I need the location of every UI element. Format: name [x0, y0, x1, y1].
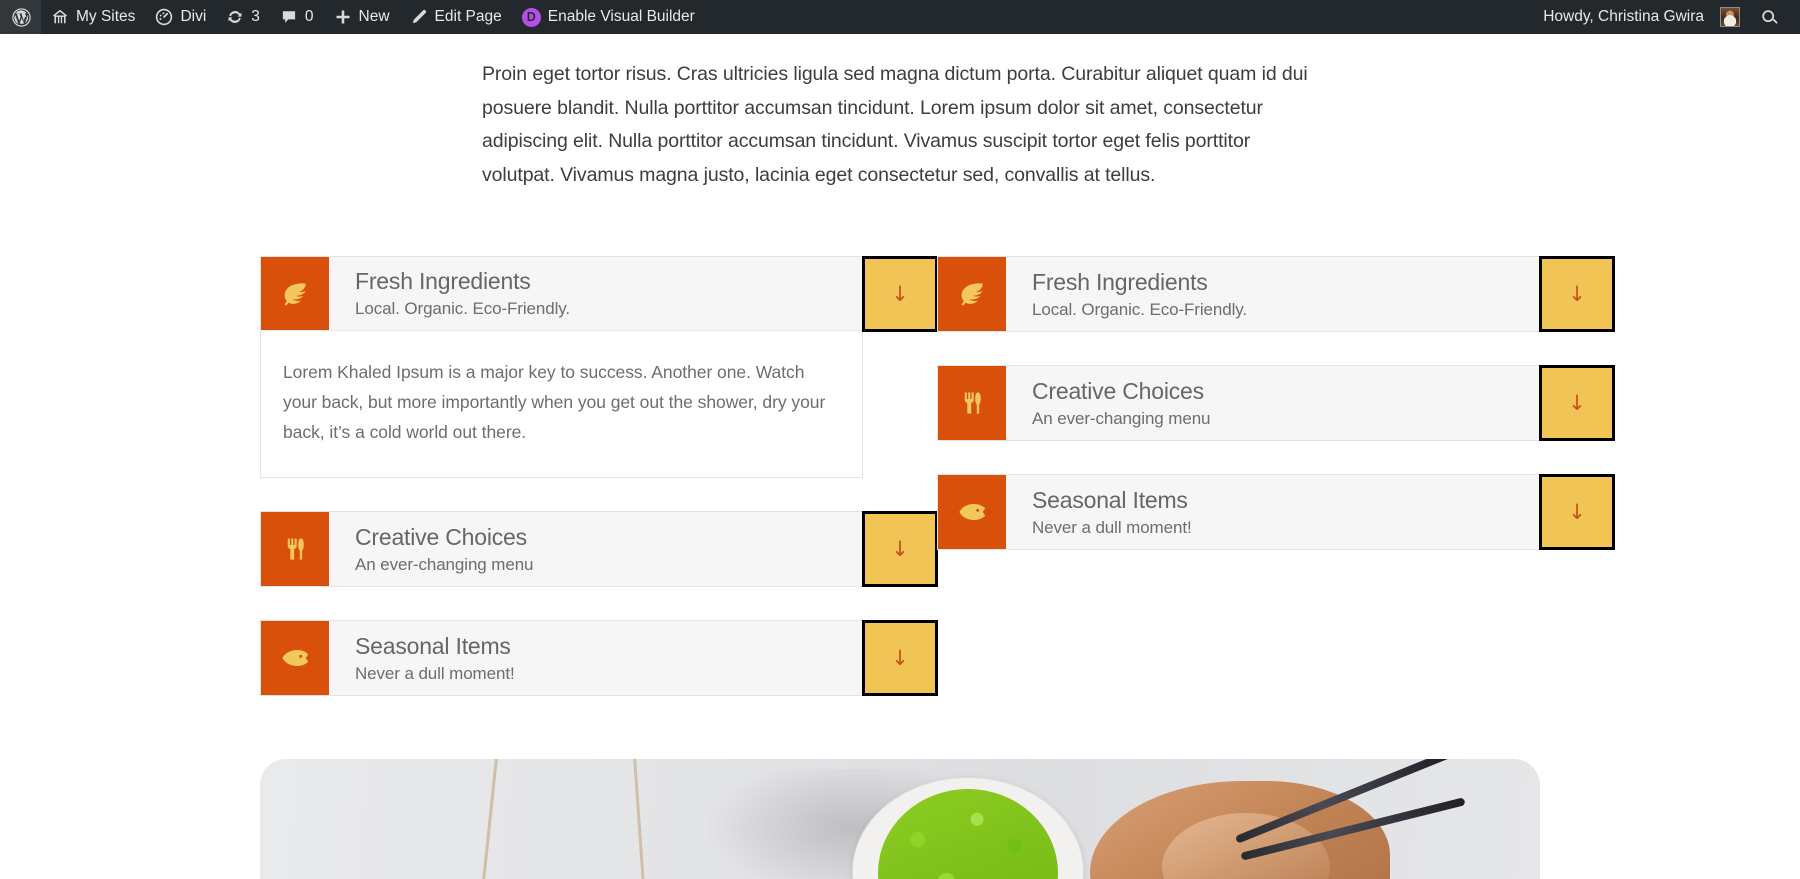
admin-bar-label-new: New — [358, 8, 390, 25]
fish-icon — [956, 496, 988, 528]
fish-icon-box — [261, 621, 329, 695]
food-photo — [260, 759, 1540, 879]
toggle-titles: Fresh Ingredients Local. Organic. Eco-Fr… — [329, 257, 862, 330]
toggle-content: Lorem Khaled Ipsum is a major key to suc… — [283, 362, 826, 442]
arrow-down-icon: ↓ — [891, 645, 909, 670]
arrow-down-icon: ↓ — [1568, 390, 1586, 415]
divi-gauge-icon — [155, 8, 173, 26]
toggle-subtitle: An ever-changing menu — [355, 554, 534, 574]
toggle-subtitle: Local. Organic. Eco-Friendly. — [1032, 299, 1248, 319]
intro-paragraph: Proin eget tortor risus. Cras ultricies … — [482, 63, 1308, 186]
toggle-expand-button[interactable]: ↓ — [1539, 474, 1615, 550]
toggle-titles: Creative Choices An ever-changing menu — [1006, 366, 1539, 440]
divi-d-badge-icon: D — [521, 7, 541, 27]
sites-icon — [51, 8, 69, 26]
toggle-header[interactable]: Seasonal Items Never a dull moment! ↓ — [938, 474, 1615, 550]
admin-bar-search-button[interactable] — [1750, 0, 1788, 34]
fish-icon — [279, 642, 311, 674]
toggle-header[interactable]: Seasonal Items Never a dull moment! ↓ — [261, 620, 938, 696]
updates-icon — [226, 8, 244, 26]
admin-bar-comments-count: 0 — [304, 8, 314, 25]
pencil-icon — [410, 8, 428, 26]
page-body: Proin eget tortor risus. Cras ultricies … — [0, 34, 1800, 879]
toggle-expand-button[interactable]: ↓ — [862, 620, 938, 696]
toggle-column-right: Fresh Ingredients Local. Organic. Eco-Fr… — [937, 256, 1615, 583]
toggle-header[interactable]: Fresh Ingredients Local. Organic. Eco-Fr… — [938, 256, 1615, 332]
fish-icon-box — [938, 475, 1006, 549]
admin-bar-label-enable-visual-builder: Enable Visual Builder — [547, 8, 695, 25]
arrow-down-icon: ↓ — [891, 281, 909, 306]
toggle-header[interactable]: Fresh Ingredients Local. Organic. Eco-Fr… — [261, 256, 938, 332]
toggle-subtitle: Never a dull moment! — [355, 663, 515, 683]
comment-icon — [280, 8, 298, 26]
admin-bar-right-group: Howdy, Christina Gwira — [1533, 0, 1800, 34]
admin-bar-item-my-sites[interactable]: My Sites — [41, 0, 145, 34]
fork-knife-icon-box — [938, 366, 1006, 440]
toggle-title: Seasonal Items — [1032, 486, 1188, 513]
toggle-titles: Seasonal Items Never a dull moment! — [329, 621, 862, 695]
toggle-creative-choices[interactable]: Creative Choices An ever-changing menu ↓ — [260, 511, 938, 587]
toggle-expand-button[interactable]: ↓ — [862, 256, 938, 332]
admin-bar-item-updates[interactable]: 3 — [216, 0, 270, 34]
toggle-titles: Seasonal Items Never a dull moment! — [1006, 475, 1539, 549]
admin-bar-label-edit-page: Edit Page — [434, 8, 502, 25]
admin-bar-item-enable-visual-builder[interactable]: D Enable Visual Builder — [512, 0, 705, 34]
arrow-down-icon: ↓ — [891, 536, 909, 561]
toggle-header[interactable]: Creative Choices An ever-changing menu ↓ — [261, 511, 938, 587]
wordpress-icon — [11, 7, 32, 28]
arrow-down-icon: ↓ — [1568, 281, 1586, 306]
toggle-titles: Fresh Ingredients Local. Organic. Eco-Fr… — [1006, 257, 1539, 331]
toggle-title: Creative Choices — [1032, 377, 1204, 404]
toggle-subtitle: An ever-changing menu — [1032, 408, 1211, 428]
toggle-subtitle: Never a dull moment! — [1032, 517, 1192, 537]
fork-knife-icon-box — [261, 512, 329, 586]
toggle-fresh-ingredients[interactable]: Fresh Ingredients Local. Organic. Eco-Fr… — [937, 256, 1615, 332]
admin-bar-item-new[interactable]: New — [324, 0, 400, 34]
leaf-icon-box — [938, 257, 1006, 331]
toggle-title: Seasonal Items — [355, 632, 511, 659]
admin-bar-wordpress-logo[interactable] — [0, 0, 41, 34]
search-icon — [1760, 8, 1779, 27]
toggle-seasonal-items[interactable]: Seasonal Items Never a dull moment! ↓ — [937, 474, 1615, 550]
admin-bar-left-group: My Sites Divi 3 0 New Edit Page D Enable… — [0, 0, 705, 34]
wp-admin-bar: My Sites Divi 3 0 New Edit Page D Enable… — [0, 0, 1800, 34]
toggle-expand-button[interactable]: ↓ — [862, 511, 938, 587]
admin-bar-item-edit-page[interactable]: Edit Page — [400, 0, 512, 34]
leaf-icon-box — [261, 257, 329, 330]
toggle-title: Creative Choices — [355, 523, 527, 550]
toggle-seasonal-items[interactable]: Seasonal Items Never a dull moment! ↓ — [260, 620, 938, 696]
toggle-header[interactable]: Creative Choices An ever-changing menu ↓ — [938, 365, 1615, 441]
toggle-title: Fresh Ingredients — [1032, 268, 1208, 295]
admin-bar-item-divi[interactable]: Divi — [145, 0, 216, 34]
leaf-icon — [957, 279, 987, 309]
toggle-title: Fresh Ingredients — [355, 268, 531, 294]
leaf-icon — [280, 279, 310, 309]
admin-bar-label-divi: Divi — [180, 8, 207, 25]
plus-icon — [334, 8, 352, 26]
toggle-creative-choices[interactable]: Creative Choices An ever-changing menu ↓ — [937, 365, 1615, 441]
admin-bar-label-my-sites: My Sites — [76, 8, 136, 25]
toggle-titles: Creative Choices An ever-changing menu — [329, 512, 862, 586]
admin-bar-my-account[interactable]: Howdy, Christina Gwira — [1533, 0, 1750, 34]
admin-bar-item-comments[interactable]: 0 — [270, 0, 324, 34]
toggle-expand-button[interactable]: ↓ — [1539, 256, 1615, 332]
toggle-expand-button[interactable]: ↓ — [1539, 365, 1615, 441]
avatar — [1720, 7, 1740, 27]
toggle-fresh-ingredients[interactable]: Fresh Ingredients Local. Organic. Eco-Fr… — [260, 256, 938, 478]
fork-knife-icon — [959, 390, 985, 416]
toggle-subtitle: Local. Organic. Eco-Friendly. — [355, 299, 571, 318]
toggle-column-left: Fresh Ingredients Local. Organic. Eco-Fr… — [260, 256, 938, 729]
arrow-down-icon: ↓ — [1568, 499, 1586, 524]
fork-knife-icon — [282, 536, 308, 562]
admin-bar-updates-count: 3 — [251, 8, 260, 25]
admin-bar-howdy-label: Howdy, Christina Gwira — [1543, 8, 1704, 25]
